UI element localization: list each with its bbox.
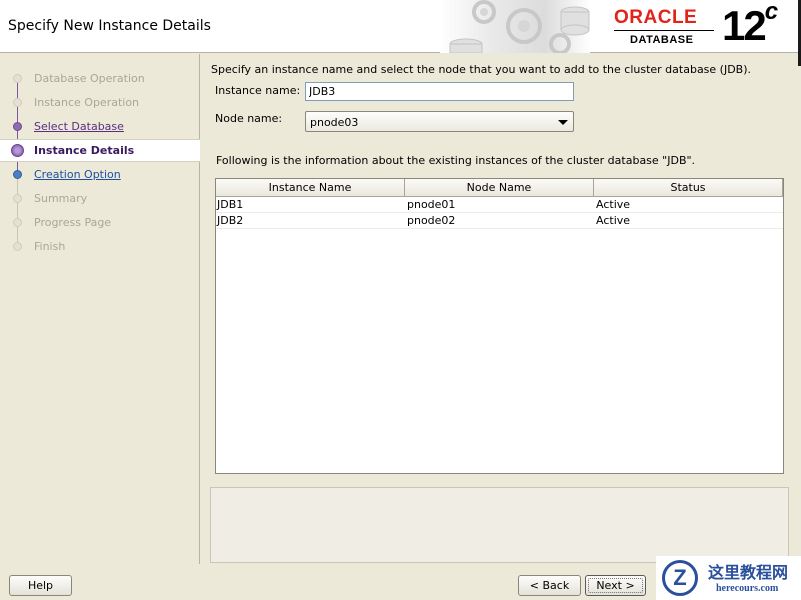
column-header-status[interactable]: Status xyxy=(594,179,783,197)
cell-status: Active xyxy=(596,214,631,227)
node-name-select[interactable]: pnode03 xyxy=(305,111,574,132)
step-database-operation: Database Operation xyxy=(0,68,200,90)
step-label[interactable]: Select Database xyxy=(34,120,124,133)
cell-status: Active xyxy=(596,198,631,211)
step-label: Database Operation xyxy=(34,72,145,85)
logo-rule xyxy=(614,30,714,31)
instances-table: Instance Name Node Name Status JDB1 pnod… xyxy=(215,178,784,474)
gears-icon xyxy=(449,0,590,55)
column-header-instance-name[interactable]: Instance Name xyxy=(216,179,405,197)
step-finish: Finish xyxy=(0,236,200,258)
watermark-url: herecours.com xyxy=(716,583,779,594)
step-dot-icon xyxy=(13,242,22,251)
logo-database-text: DATABASE xyxy=(630,34,694,46)
step-select-database[interactable]: Select Database xyxy=(0,116,200,138)
instance-name-label: Instance name: xyxy=(215,84,301,97)
watermark-title: 这里教程网 xyxy=(708,563,789,582)
header-banner: Specify New Instance Details ORACLE DATA… xyxy=(0,0,801,55)
watermark-logo-icon: Z xyxy=(662,560,698,596)
step-label: Instance Operation xyxy=(34,96,140,109)
chevron-down-icon[interactable] xyxy=(558,120,568,125)
wizard-steps: Database Operation Instance Operation Se… xyxy=(0,54,200,564)
cell-node-name: pnode02 xyxy=(407,214,456,227)
cell-node-name: pnode01 xyxy=(407,198,456,211)
logo-version-suffix: c xyxy=(764,0,778,25)
table-row[interactable]: JDB1 pnode01 Active xyxy=(216,197,783,213)
logo-oracle-text: ORACLE xyxy=(614,7,698,28)
cell-instance-name: JDB2 xyxy=(217,214,244,227)
page-title: Specify New Instance Details xyxy=(8,18,211,34)
table-header: Instance Name Node Name Status xyxy=(216,179,783,197)
step-dot-icon xyxy=(13,170,22,179)
step-creation-option[interactable]: Creation Option xyxy=(0,164,200,186)
focus-ring xyxy=(588,578,643,593)
column-header-node-name[interactable]: Node Name xyxy=(405,179,594,197)
cell-instance-name: JDB1 xyxy=(217,198,244,211)
step-dot-icon xyxy=(13,194,22,203)
node-name-label: Node name: xyxy=(215,112,283,125)
intro-text: Specify an instance name and select the … xyxy=(211,63,752,76)
watermark: Z 这里教程网 herecours.com xyxy=(656,556,801,600)
step-current-icon xyxy=(11,144,24,157)
step-label[interactable]: Creation Option xyxy=(34,168,121,181)
oracle-logo: ORACLE DATABASE xyxy=(606,4,716,50)
logo-version-number: 12 xyxy=(722,2,767,49)
gears-graphic xyxy=(440,0,590,55)
step-label: Summary xyxy=(34,192,88,205)
main-panel: Specify an instance name and select the … xyxy=(201,54,797,564)
step-label: Finish xyxy=(34,240,66,253)
node-name-value: pnode03 xyxy=(310,116,359,129)
step-label: Instance Details xyxy=(34,144,135,157)
step-summary: Summary xyxy=(0,188,200,210)
step-dot-icon xyxy=(13,98,22,107)
logo-version: 12c xyxy=(722,0,778,50)
message-area xyxy=(210,487,789,563)
next-button[interactable]: Next > xyxy=(585,575,646,596)
help-button[interactable]: Help xyxy=(9,575,72,596)
existing-instances-info: Following is the information about the e… xyxy=(216,154,696,167)
step-dot-icon xyxy=(13,218,22,227)
step-instance-details: Instance Details xyxy=(0,139,200,162)
table-row[interactable]: JDB2 pnode02 Active xyxy=(216,213,783,229)
step-dot-icon xyxy=(13,74,22,83)
step-instance-operation: Instance Operation xyxy=(0,92,200,114)
instance-name-input[interactable] xyxy=(305,82,574,101)
back-button[interactable]: < Back xyxy=(518,575,581,596)
step-label: Progress Page xyxy=(34,216,112,229)
step-dot-icon xyxy=(13,122,22,131)
step-progress-page: Progress Page xyxy=(0,212,200,234)
